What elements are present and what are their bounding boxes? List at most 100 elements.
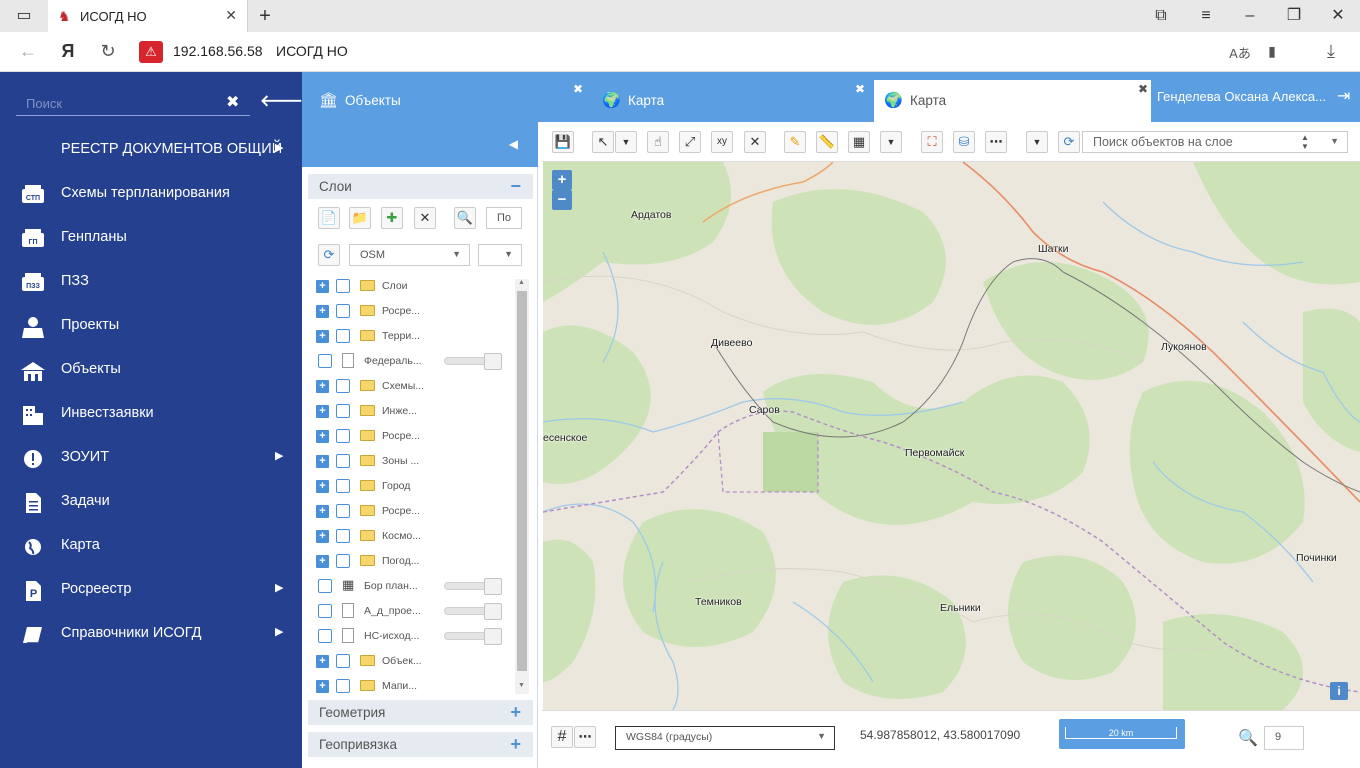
menu-item-rosreestr[interactable]: Р Росреестр ▶ [0, 570, 302, 610]
layer-filter-input[interactable]: По [486, 207, 522, 229]
map-view[interactable]: + − Ардатов Шатки Дивеево Лукоянов Саров… [543, 162, 1360, 710]
zoom-out-button[interactable]: − [552, 190, 572, 210]
close-tab-icon[interactable]: ✖ [855, 82, 865, 96]
layer-row[interactable]: + Росре... [316, 300, 506, 325]
select-pointer-icon[interactable]: ↖ [592, 131, 614, 153]
layer-checkbox[interactable] [336, 279, 350, 293]
close-tab-icon[interactable]: ✖ [573, 82, 583, 96]
expand-plus-icon[interactable]: + [316, 405, 329, 418]
zoom-in-button[interactable]: + [552, 170, 572, 190]
insecure-connection-icon[interactable]: ⚠ [139, 41, 163, 63]
minimize-icon[interactable]: – [1240, 6, 1260, 26]
layer-checkbox[interactable] [318, 354, 332, 368]
add-service-icon[interactable]: ✚ [381, 207, 403, 229]
geometry-section-header[interactable]: Геометрия + [308, 700, 533, 725]
move-object-icon[interactable]: ⤢ [679, 131, 701, 153]
tab-objects[interactable]: 🏛 Объекты ✖ [319, 80, 589, 122]
url-text[interactable]: 192.168.56.58 [173, 43, 263, 59]
bookmark-icon[interactable]: ▮ [1261, 43, 1283, 60]
layer-checkbox[interactable] [336, 529, 350, 543]
layer-row[interactable]: + Космо... [316, 525, 506, 550]
clear-search-icon[interactable]: ✖ [226, 92, 239, 112]
delete-layer-icon[interactable]: ✕ [414, 207, 436, 229]
bookmarks-icon[interactable]: ⧉ [1151, 6, 1171, 26]
collapse-panel-icon[interactable]: ◀ [509, 137, 518, 151]
menu-item-zouit[interactable]: ЗОУИТ ▶ [0, 438, 302, 478]
basemap-option-select[interactable]: ▼ [478, 244, 522, 266]
layer-row[interactable]: + Мапи... [316, 675, 506, 700]
chevron-down-icon[interactable]: ▼ [1330, 136, 1339, 146]
add-folder-icon[interactable]: 📁 [349, 207, 371, 229]
layer-row[interactable]: + Слои [316, 275, 506, 300]
add-layer-icon[interactable]: 📄 [318, 207, 340, 229]
expand-plus-icon[interactable]: + [316, 655, 329, 668]
layer-checkbox[interactable] [336, 429, 350, 443]
layer-checkbox[interactable] [318, 604, 332, 618]
expand-plus-icon[interactable]: + [316, 530, 329, 543]
close-tab-icon[interactable]: ✕ [225, 7, 237, 24]
menu-item-objects[interactable]: Объекты [0, 350, 302, 390]
sidebar-toggle-icon[interactable]: ▭ [14, 6, 34, 26]
opacity-slider-handle[interactable] [484, 603, 502, 620]
layer-checkbox[interactable] [336, 329, 350, 343]
expand-plus-icon[interactable]: + [316, 555, 329, 568]
layer-row[interactable]: + Инже... [316, 400, 506, 425]
menu-item-registry[interactable]: РЕЕСТР ДОКУМЕНТОВ ОБЩИЙ ▶ [0, 130, 302, 170]
user-name[interactable]: Генделева Оксана Алекса... [1157, 89, 1326, 104]
menu-item-isogd-handbooks[interactable]: Справочники ИСОГД ▶ [0, 614, 302, 654]
close-tab-icon[interactable]: ✖ [1138, 82, 1148, 96]
download-icon[interactable]: ⤓ [1320, 41, 1342, 62]
browser-tab[interactable]: ♞ ИСОГД НО ✕ [48, 0, 248, 32]
menu-icon[interactable]: ≡ [1196, 6, 1216, 26]
collapse-minus-icon[interactable]: − [510, 176, 521, 197]
expand-plus-icon[interactable]: + [316, 430, 329, 443]
measure-ruler-icon[interactable]: 📏 [816, 131, 838, 153]
layer-dropdown-icon[interactable]: ▼ [1026, 131, 1048, 153]
expand-plus-icon[interactable]: + [316, 280, 329, 293]
collapse-sidebar-icon[interactable]: 🡐 [260, 90, 303, 111]
refresh-icon[interactable]: ⟳ [318, 244, 340, 266]
expand-plus-icon[interactable]: + [316, 480, 329, 493]
layer-search-icon[interactable]: 🔍 [454, 207, 476, 229]
menu-item-tasks[interactable]: Задачи [0, 482, 302, 522]
spinner-arrows-icon[interactable]: ▲ ▼ [1301, 133, 1309, 151]
layer-checkbox[interactable] [336, 679, 350, 693]
opacity-slider-handle[interactable] [484, 628, 502, 645]
layer-row[interactable]: ▦ Бор план... [316, 575, 506, 600]
more-icon[interactable]: ⋯ [985, 131, 1007, 153]
yandex-logo[interactable]: Я [57, 41, 79, 62]
scroll-down-icon[interactable]: ▼ [518, 682, 525, 689]
expand-plus-icon[interactable]: + [316, 380, 329, 393]
expand-plus-icon[interactable]: + [510, 702, 521, 723]
layer-row[interactable]: Федераль... [316, 350, 506, 375]
delete-object-icon[interactable]: ✕ [744, 131, 766, 153]
layer-row[interactable]: + Город [316, 475, 506, 500]
layer-checkbox[interactable] [336, 454, 350, 468]
layer-checkbox[interactable] [336, 379, 350, 393]
expand-plus-icon[interactable]: + [316, 505, 329, 518]
expand-plus-icon[interactable]: + [316, 680, 329, 693]
layers-section-header[interactable]: Слои − [308, 174, 533, 199]
footer-more-icon[interactable]: ⋯ [574, 726, 596, 748]
layer-checkbox[interactable] [318, 629, 332, 643]
layer-row[interactable]: А_д_прое... [316, 600, 506, 625]
layer-checkbox[interactable] [336, 479, 350, 493]
sidebar-search-input[interactable] [26, 94, 216, 112]
layer-tree-scrollbar[interactable]: ▲ ▼ [515, 279, 529, 694]
layer-row[interactable]: + Росре... [316, 500, 506, 525]
expand-plus-icon[interactable]: + [316, 330, 329, 343]
layer-row[interactable]: + Погод... [316, 550, 506, 575]
expand-plus-icon[interactable]: + [316, 455, 329, 468]
menu-item-investment-requests[interactable]: Инвестзаявки [0, 394, 302, 434]
menu-item-territorial-schemes[interactable]: СТП Схемы терпланирования [0, 174, 302, 214]
menu-item-projects[interactable]: Проекты [0, 306, 302, 346]
back-arrow-icon[interactable]: ← [17, 41, 39, 62]
menu-item-map[interactable]: Карта [0, 526, 302, 566]
layer-style-icon[interactable]: ⛁ [953, 131, 975, 153]
crs-select[interactable]: WGS84 (градусы) ▼ [615, 726, 835, 750]
layer-checkbox[interactable] [336, 654, 350, 668]
layer-row[interactable]: + Схемы... [316, 375, 506, 400]
layer-checkbox[interactable] [336, 304, 350, 318]
scroll-up-icon[interactable]: ▲ [518, 279, 525, 286]
layer-row[interactable]: + Зоны ... [316, 450, 506, 475]
